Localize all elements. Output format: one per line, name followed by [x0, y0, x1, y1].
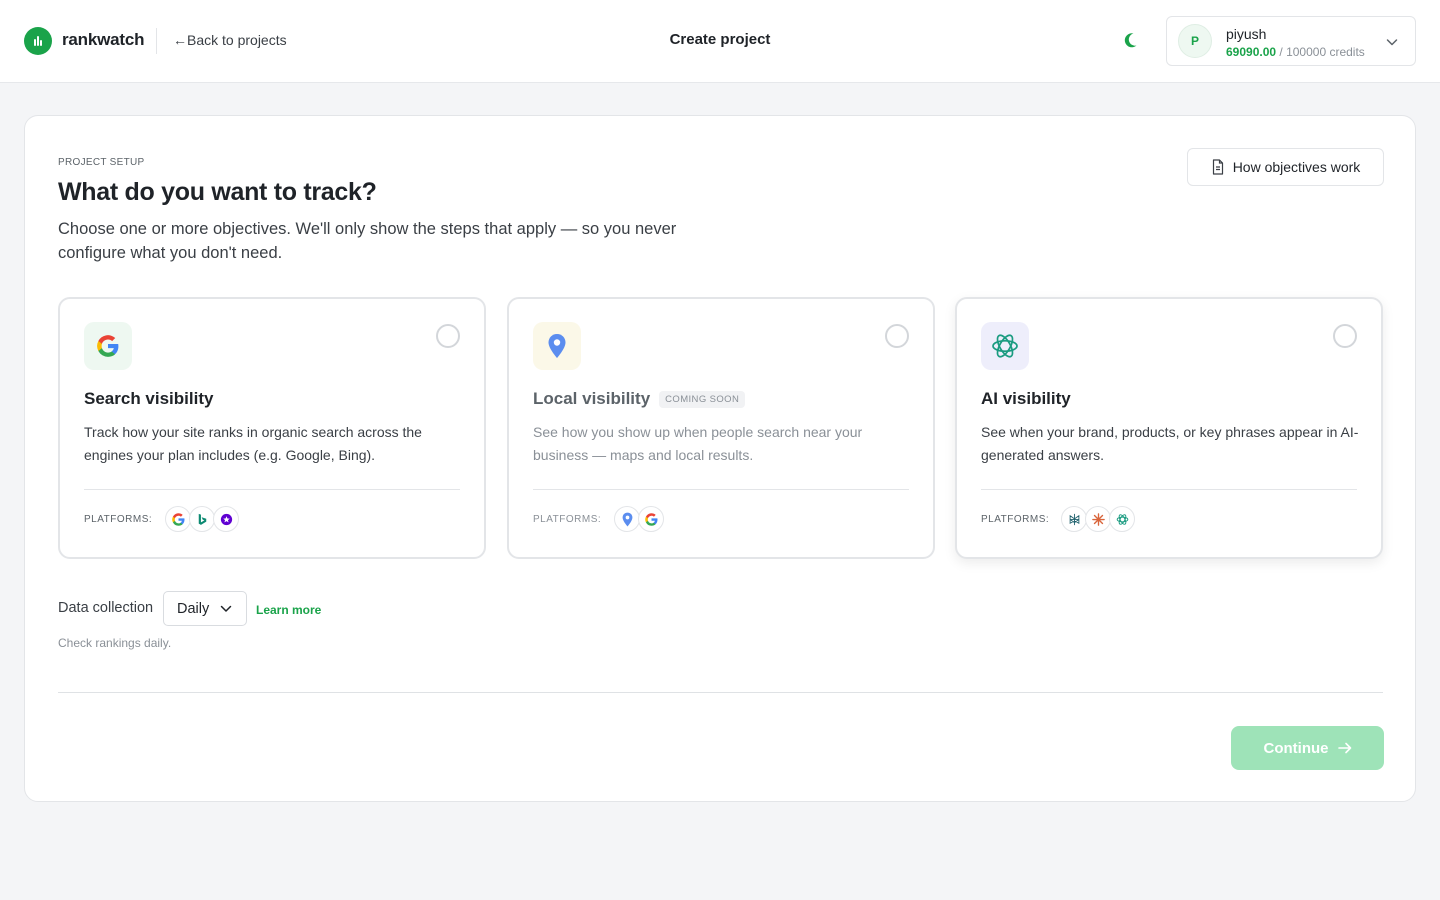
account-name: piyush	[1226, 26, 1267, 42]
chevron-down-icon	[1386, 39, 1398, 46]
document-icon	[1212, 159, 1223, 175]
divider	[84, 489, 460, 490]
objective-search-visibility[interactable]: Search visibility Track how your site ra…	[58, 297, 486, 559]
objective-radio[interactable]	[885, 324, 909, 348]
objective-radio[interactable]	[436, 324, 460, 348]
learn-more-link[interactable]: Learn more	[256, 603, 321, 617]
chevron-down-icon	[220, 605, 232, 612]
header-divider	[156, 28, 157, 54]
footer-divider	[58, 692, 1383, 693]
map-pin-icon	[533, 322, 581, 370]
google-icon	[165, 506, 191, 532]
objective-title: AI visibility	[981, 389, 1071, 408]
rankwatch-logo-icon[interactable]	[24, 27, 52, 55]
setup-heading: What do you want to track?	[58, 178, 377, 206]
objective-description: See how you show up when people search n…	[533, 424, 863, 463]
platforms-label: PLATFORMS:	[981, 514, 1050, 525]
coming-soon-badge: COMING SOON	[659, 390, 746, 408]
openai-icon	[1109, 506, 1135, 532]
continue-button[interactable]: Continue	[1231, 726, 1384, 770]
brand-name[interactable]: rankwatch	[62, 30, 144, 50]
platforms-label: PLATFORMS:	[84, 514, 153, 525]
account-menu[interactable]: P piyush 69090.00 / 100000 credits	[1166, 16, 1416, 66]
bing-icon	[189, 506, 215, 532]
google-icon	[84, 322, 132, 370]
google-maps-icon	[614, 506, 640, 532]
claude-icon	[1085, 506, 1111, 532]
how-objectives-work-label: How objectives work	[1232, 159, 1361, 175]
objective-description: Track how your site ranks in organic sea…	[84, 424, 422, 463]
objective-title: Search visibility	[84, 389, 214, 408]
openai-icon	[981, 322, 1029, 370]
setup-eyebrow: PROJECT SETUP	[58, 157, 145, 168]
top-bar: rankwatch ←Back to projects Create proje…	[0, 0, 1440, 83]
objective-local-visibility[interactable]: Local visibility COMING SOON See how you …	[507, 297, 935, 559]
divider	[981, 489, 1357, 490]
how-objectives-work-button[interactable]: How objectives work	[1187, 148, 1384, 186]
back-to-projects-link[interactable]: ←Back to projects	[173, 32, 287, 48]
divider	[533, 489, 909, 490]
moon-icon[interactable]	[1121, 29, 1143, 51]
project-setup-card: PROJECT SETUP What do you want to track?…	[24, 115, 1416, 802]
arrow-right-icon	[1337, 742, 1351, 754]
data-collection-label: Data collection	[58, 600, 154, 616]
credits-total: / 100000 credits	[1279, 45, 1365, 59]
objective-ai-visibility[interactable]: AI visibility See when your brand, produ…	[955, 297, 1383, 559]
objective-title: Local visibility	[533, 389, 651, 408]
platforms-label: PLATFORMS:	[533, 514, 602, 525]
page-title: Create project	[669, 31, 771, 48]
objective-radio[interactable]	[1333, 324, 1357, 348]
google-icon	[638, 506, 664, 532]
objective-description: See when your brand, products, or key ph…	[981, 424, 1359, 463]
data-collection-select[interactable]: Daily	[163, 591, 247, 626]
avatar: P	[1178, 24, 1212, 58]
yahoo-icon	[213, 506, 239, 532]
setup-lead: Choose one or more objectives. We'll onl…	[58, 220, 677, 262]
perplexity-icon	[1061, 506, 1087, 532]
credits-used: 69090.00	[1226, 45, 1277, 59]
data-collection-help: Check rankings daily.	[58, 636, 172, 650]
continue-label: Continue	[1263, 739, 1329, 757]
data-collection-value: Daily	[177, 600, 210, 617]
credits-readout: 69090.00 / 100000 credits	[1226, 45, 1365, 59]
